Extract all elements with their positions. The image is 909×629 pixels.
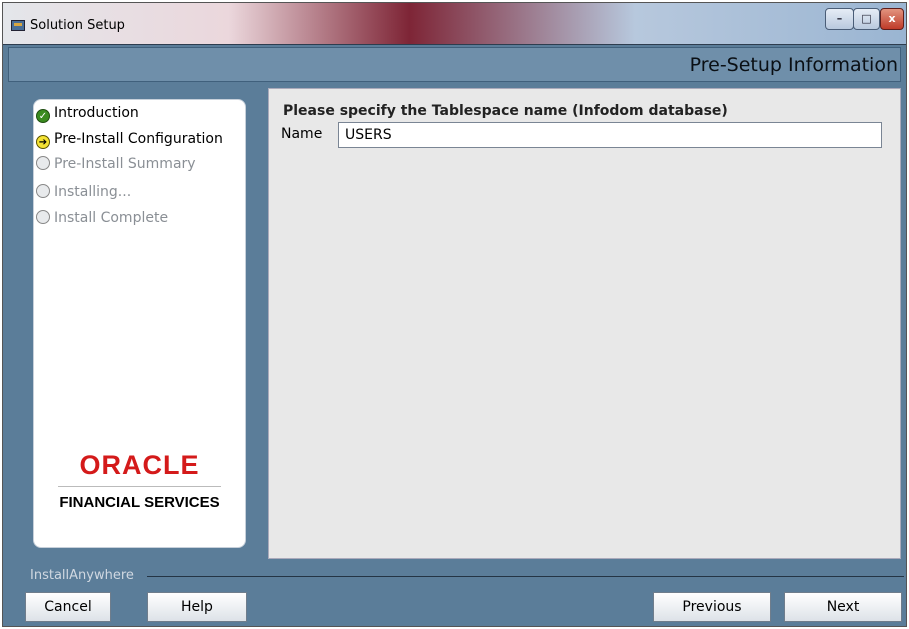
step-pre-install-configuration: ➔ Pre-Install Configuration	[36, 130, 223, 149]
arrow-right-icon: ➔	[36, 135, 50, 149]
step-label: Installing...	[54, 184, 132, 200]
page-title: Pre-Setup Information	[689, 54, 898, 76]
title-bar[interactable]: Solution Setup – □ x	[3, 3, 906, 45]
checkmark-icon: ✓	[36, 109, 50, 123]
help-button[interactable]: Help	[147, 592, 247, 622]
step-installing: Installing...	[36, 183, 131, 201]
close-button[interactable]: x	[880, 8, 904, 30]
step-introduction: ✓ Introduction	[36, 104, 139, 123]
tablespace-prompt: Please specify the Tablespace name (Info…	[283, 103, 728, 119]
cancel-button[interactable]: Cancel	[25, 592, 111, 622]
maximize-button[interactable]: □	[853, 8, 880, 30]
step-label: Install Complete	[54, 210, 169, 226]
step-install-complete: Install Complete	[36, 209, 168, 227]
step-pre-install-summary: Pre-Install Summary	[36, 155, 196, 173]
tablespace-name-input[interactable]	[338, 122, 882, 148]
window-title: Solution Setup	[30, 18, 125, 33]
name-label: Name	[281, 126, 323, 142]
circle-icon	[36, 210, 50, 224]
installer-window: Solution Setup – □ x Pre-Setup Informati…	[2, 2, 907, 627]
step-label: Pre-Install Configuration	[54, 131, 223, 147]
logo-divider	[58, 486, 221, 487]
previous-button[interactable]: Previous	[653, 592, 771, 622]
step-label: Introduction	[54, 105, 139, 121]
installanywhere-label: InstallAnywhere	[30, 568, 134, 583]
circle-icon	[36, 156, 50, 170]
app-icon	[11, 20, 25, 31]
oracle-logo: ORACLE	[79, 450, 200, 480]
main-panel: Please specify the Tablespace name (Info…	[268, 88, 901, 559]
circle-icon	[36, 184, 50, 198]
header-band: Pre-Setup Information	[8, 47, 901, 82]
step-label: Pre-Install Summary	[54, 156, 196, 172]
minimize-button[interactable]: –	[825, 8, 854, 30]
footer-divider	[147, 576, 904, 577]
steps-panel: ✓ Introduction ➔ Pre-Install Configuration…	[33, 99, 246, 548]
financial-services-label: FINANCIAL SERVICES	[59, 494, 220, 511]
next-button[interactable]: Next	[784, 592, 902, 622]
